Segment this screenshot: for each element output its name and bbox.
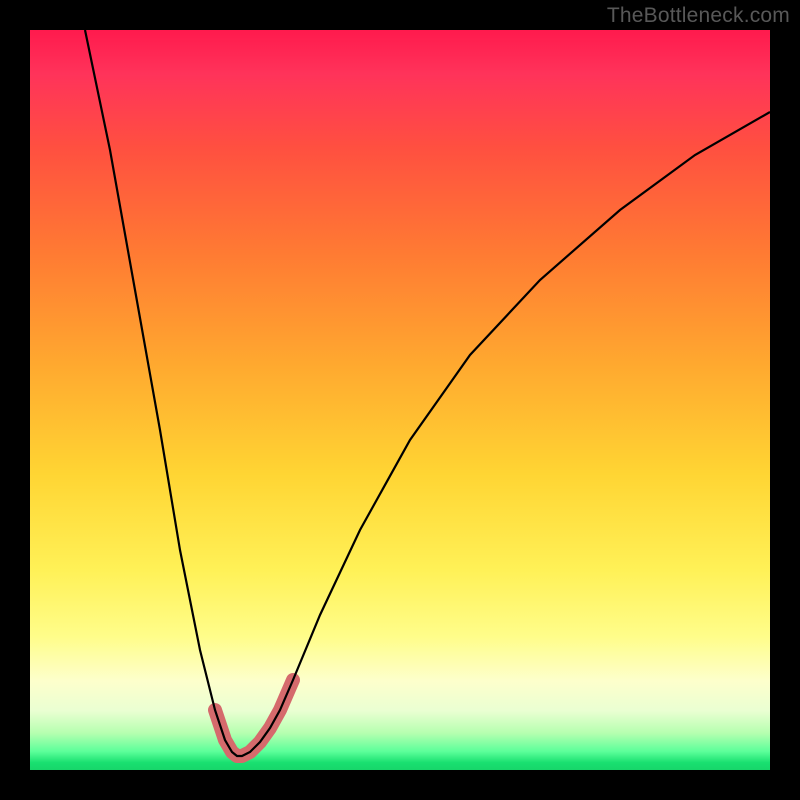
bottleneck-curve-path — [85, 30, 770, 756]
watermark-label: TheBottleneck.com — [607, 4, 790, 28]
chart-svg — [30, 30, 770, 770]
chart-plot-area — [30, 30, 770, 770]
